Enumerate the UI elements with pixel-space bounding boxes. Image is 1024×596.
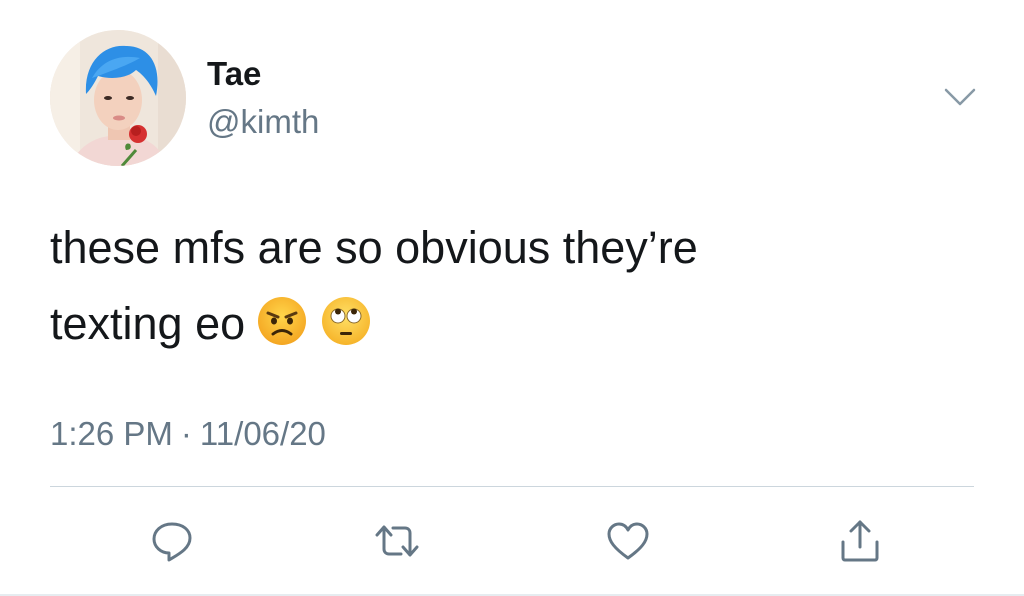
share-button[interactable]	[836, 517, 884, 565]
tweet-card: Tae @kimth these mfs are so obvious they…	[0, 0, 1024, 596]
like-button[interactable]	[604, 517, 652, 565]
tweet-date: 11/06/20	[199, 415, 326, 452]
retweet-icon	[375, 525, 419, 557]
tweet-text-line-1: these mfs are so obvious they’re	[50, 222, 698, 273]
heart-icon	[607, 522, 649, 560]
share-icon	[841, 520, 879, 562]
retweet-button[interactable]	[373, 517, 421, 565]
tweet-text: these mfs are so obvious they’re texting…	[50, 210, 970, 362]
divider	[50, 486, 974, 487]
chevron-down-icon[interactable]	[942, 84, 978, 110]
avatar[interactable]	[50, 30, 186, 166]
avatar-image	[50, 30, 186, 166]
tweet-time: 1:26 PM	[50, 415, 173, 452]
reply-button[interactable]	[148, 517, 196, 565]
display-name[interactable]: Tae	[207, 54, 261, 94]
tweet-timestamp[interactable]: 1:26 PM · 11/06/20	[50, 414, 326, 454]
tweet-text-line-2: texting eo	[50, 286, 970, 362]
angry-face-emoji	[258, 297, 307, 345]
timestamp-separator: ·	[180, 415, 192, 452]
tweet-text-line-2-text: texting eo	[50, 298, 246, 349]
face-with-rolling-eyes-emoji	[322, 297, 371, 345]
user-handle[interactable]: @kimth	[207, 102, 319, 142]
reply-icon	[152, 522, 192, 562]
